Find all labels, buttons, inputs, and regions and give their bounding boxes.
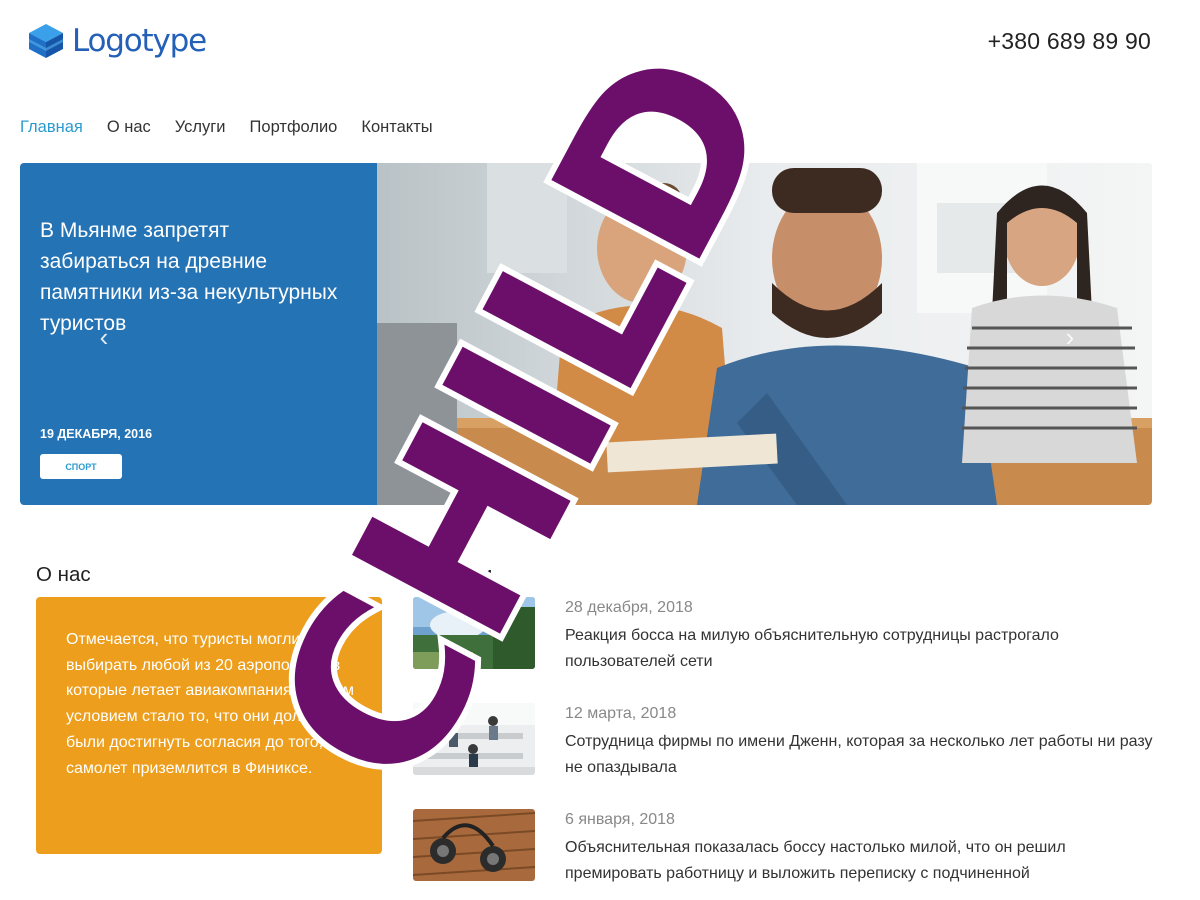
news-thumbnail[interactable] <box>413 597 535 669</box>
about-heading: О нас <box>36 563 91 586</box>
nav-item-about[interactable]: О нас <box>107 118 151 137</box>
logo-text: Logotype <box>72 23 207 59</box>
hero-category-tag[interactable]: СПОРТ <box>40 454 122 479</box>
news-headline[interactable]: Реакция босса на милую объяснительную со… <box>565 623 1155 675</box>
news-heading: Новости <box>413 563 493 586</box>
news-item[interactable]: 28 декабря, 2018 Реакция босса на милую … <box>413 597 1153 670</box>
news-headline[interactable]: Сотрудница фирмы по имени Дженн, которая… <box>565 729 1155 781</box>
news-date: 12 марта, 2018 <box>565 705 677 722</box>
logo-cube-icon <box>29 24 63 58</box>
chevron-left-icon[interactable]: ‹ <box>92 321 116 353</box>
hero-image: › <box>377 163 1152 505</box>
news-thumbnail[interactable] <box>413 703 535 775</box>
nav-item-services[interactable]: Услуги <box>175 118 226 137</box>
nav-item-portfolio[interactable]: Портфолио <box>250 118 338 137</box>
about-card: Отмечается, что туристы могли выбирать л… <box>36 597 382 854</box>
hero-date: 19 ДЕКАБРЯ, 2016 <box>40 427 153 441</box>
hero-text-panel: В Мьянме запретят забираться на древние … <box>20 163 377 505</box>
hero-office-photo <box>377 163 1152 505</box>
hero-title[interactable]: В Мьянме запретят забираться на древние … <box>40 215 340 339</box>
news-date: 6 января, 2018 <box>565 811 675 828</box>
news-headline[interactable]: Объяснительная показалась боссу настольк… <box>565 835 1155 887</box>
phone-number[interactable]: +380 689 89 90 <box>988 28 1151 55</box>
nav-item-home[interactable]: Главная <box>20 118 83 137</box>
news-item[interactable]: 12 марта, 2018 Сотрудница фирмы по имени… <box>413 703 1153 776</box>
news-item[interactable]: 6 января, 2018 Объяснительная показалась… <box>413 809 1153 882</box>
hero-slider: В Мьянме запретят забираться на древние … <box>20 163 1152 505</box>
logo[interactable]: Logotype <box>26 22 207 60</box>
about-text: Отмечается, что туристы могли выбирать л… <box>66 631 354 777</box>
news-date: 28 декабря, 2018 <box>565 599 693 616</box>
chevron-right-icon[interactable]: › <box>1058 321 1082 353</box>
news-thumbnail[interactable] <box>413 809 535 881</box>
nav-item-contacts[interactable]: Контакты <box>361 118 432 137</box>
main-nav: Главная О нас Услуги Портфолио Контакты <box>20 118 457 137</box>
